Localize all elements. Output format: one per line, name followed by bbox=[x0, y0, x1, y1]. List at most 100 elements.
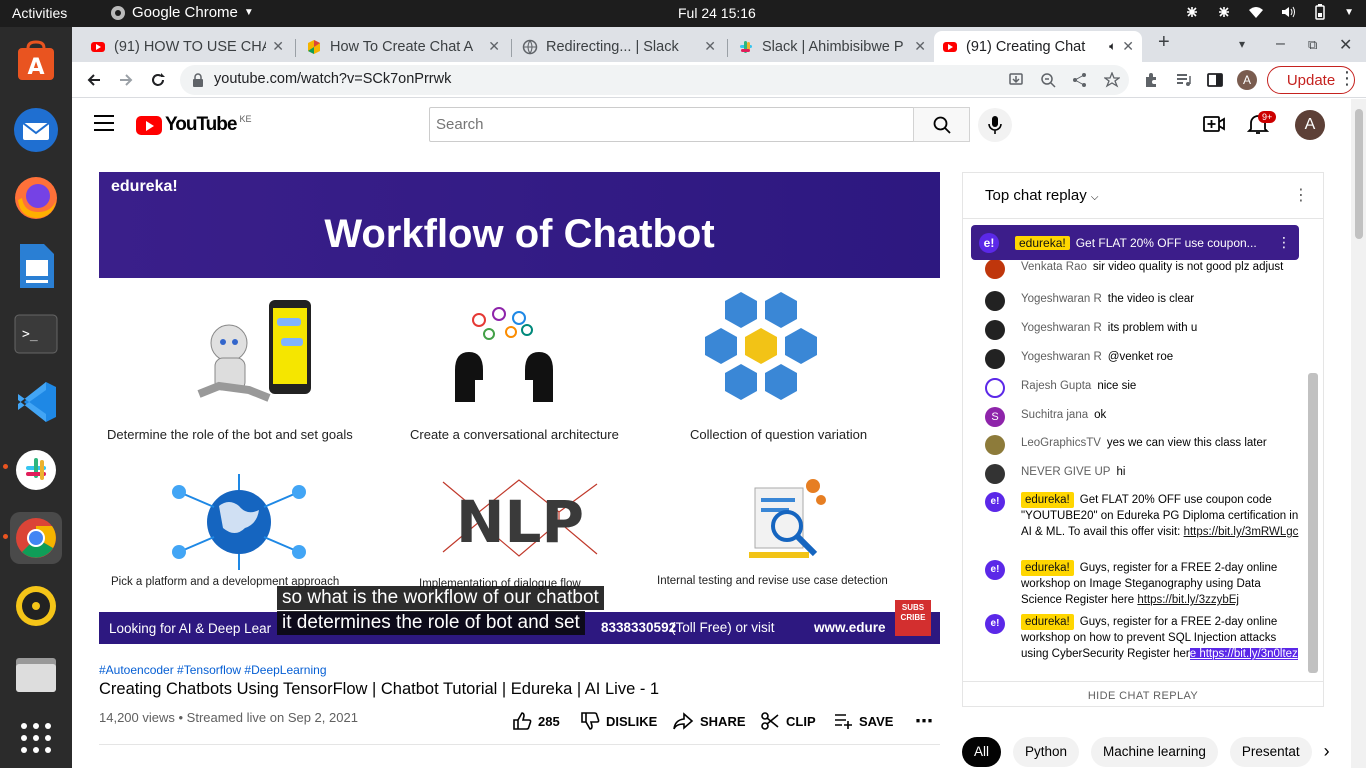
close-window-button[interactable]: ✕ bbox=[1339, 35, 1352, 55]
video-meta: 14,200 views • Streamed live on Sep 2, 2… bbox=[99, 710, 358, 725]
vscode-icon[interactable] bbox=[10, 376, 62, 428]
forward-button[interactable] bbox=[114, 68, 138, 92]
chevron-right-icon[interactable]: › bbox=[1324, 737, 1330, 767]
network-icon[interactable] bbox=[1216, 4, 1232, 20]
slack-icon bbox=[740, 40, 752, 53]
tab-3[interactable]: Redirecting... | Slack ✕ bbox=[514, 31, 724, 62]
tab-search-icon[interactable]: ▾ bbox=[1239, 37, 1245, 51]
chat-mode-dropdown[interactable]: Top chat replay ⌵ bbox=[985, 187, 1099, 204]
zoom-icon[interactable] bbox=[1040, 72, 1056, 88]
robot-phone-illustration bbox=[197, 300, 311, 402]
edureka-avatar: e! bbox=[985, 560, 1005, 580]
colorful-icon bbox=[308, 39, 320, 54]
show-apps-icon[interactable] bbox=[10, 712, 62, 764]
close-icon[interactable]: ✕ bbox=[272, 38, 284, 55]
battery-icon[interactable] bbox=[1312, 4, 1328, 20]
extensions-icon[interactable] bbox=[1143, 72, 1159, 88]
share-button[interactable]: SHARE bbox=[672, 711, 746, 731]
terminal-icon[interactable]: >_ bbox=[10, 308, 62, 360]
more-vert-icon[interactable]: ⋮ bbox=[1277, 234, 1291, 251]
page-scrollbar[interactable] bbox=[1351, 99, 1366, 768]
chat-author: Yogeshwaran R bbox=[1021, 322, 1102, 334]
media-control-icon[interactable] bbox=[1175, 72, 1191, 88]
chat-message: Yogeshwaran R the video is clear bbox=[985, 291, 1295, 311]
chevron-down-icon[interactable]: ▼ bbox=[1344, 7, 1354, 18]
star-icon[interactable] bbox=[1104, 72, 1120, 88]
chat-scrollbar[interactable] bbox=[1308, 373, 1318, 673]
chrome-icon[interactable] bbox=[10, 512, 62, 564]
tab-strip: (91) HOW TO USE CHA ✕ How To Create Chat… bbox=[72, 27, 1366, 62]
firefox-icon[interactable] bbox=[10, 172, 62, 224]
subscribe-watermark[interactable]: SUBS CRIBE bbox=[895, 600, 931, 636]
maximize-button[interactable]: ⧉ bbox=[1308, 37, 1317, 53]
chrome-menu-icon[interactable]: ⋮ bbox=[1338, 68, 1356, 89]
address-bar[interactable]: youtube.com/watch?v=SCk7onPrrwk bbox=[180, 65, 1129, 95]
install-icon[interactable] bbox=[1008, 72, 1024, 88]
tab-2[interactable]: How To Create Chat A ✕ bbox=[298, 31, 508, 62]
back-button[interactable] bbox=[82, 68, 106, 92]
chat-link[interactable]: https://bit.ly/3mRWLgc bbox=[1184, 526, 1299, 538]
search-button[interactable] bbox=[913, 107, 970, 142]
youtube-logo[interactable]: YouTube KE bbox=[136, 114, 251, 136]
activities-button[interactable]: Activities bbox=[12, 5, 67, 21]
nlp-illustration: NLP bbox=[442, 479, 598, 557]
search-input[interactable]: Search bbox=[429, 107, 914, 142]
dislike-button[interactable]: DISLIKE bbox=[580, 711, 657, 731]
chrome-small-icon bbox=[111, 5, 125, 20]
system-tray[interactable]: ▼ bbox=[1184, 4, 1354, 20]
network-share-icon[interactable] bbox=[1184, 4, 1200, 20]
profile-avatar[interactable]: A bbox=[1237, 70, 1257, 90]
volume-icon[interactable] bbox=[1280, 4, 1296, 20]
rhythmbox-icon[interactable] bbox=[10, 580, 62, 632]
save-button[interactable]: SAVE bbox=[833, 711, 893, 731]
app-menu[interactable]: Google Chrome ▼ bbox=[110, 4, 254, 21]
close-icon[interactable]: ✕ bbox=[488, 38, 500, 55]
new-tab-button[interactable]: + bbox=[1158, 31, 1170, 54]
youtube-icon bbox=[943, 41, 957, 52]
more-actions-icon[interactable]: ⋯ bbox=[915, 711, 933, 732]
close-icon[interactable]: ✕ bbox=[1122, 38, 1134, 55]
menu-icon[interactable] bbox=[94, 115, 114, 131]
thunderbird-icon[interactable] bbox=[10, 104, 62, 156]
account-avatar[interactable]: A bbox=[1295, 110, 1325, 140]
clip-button[interactable]: CLIP bbox=[760, 711, 816, 731]
chip-all[interactable]: All bbox=[962, 737, 1002, 767]
tab-5-active[interactable]: (91) Creating Chat 🔈︎ ✕ bbox=[934, 31, 1142, 62]
minimize-button[interactable]: – bbox=[1276, 35, 1285, 53]
chip-machine-learning[interactable]: Machine learning bbox=[1091, 737, 1218, 767]
tab-title: Redirecting... | Slack bbox=[546, 38, 679, 55]
audio-icon[interactable]: 🔈︎ bbox=[1109, 39, 1116, 54]
wifi-icon[interactable] bbox=[1248, 4, 1264, 20]
hide-chat-replay-button[interactable]: HIDE CHAT REPLAY bbox=[963, 681, 1323, 706]
clock[interactable]: Ful 24 15:16 bbox=[678, 5, 756, 21]
like-button[interactable]: 285 bbox=[512, 711, 560, 731]
slack-icon[interactable] bbox=[10, 444, 62, 496]
chip-presentation[interactable]: Presentat bbox=[1229, 737, 1312, 767]
more-vert-icon[interactable]: ⋮ bbox=[1293, 185, 1309, 205]
chat-link[interactable]: https://bit.ly/3zzybEj bbox=[1137, 594, 1239, 606]
author-badge: edureka! bbox=[1021, 560, 1074, 576]
tab-4[interactable]: Slack | Ahimbisibwe P ✕ bbox=[730, 31, 934, 62]
side-panel-icon[interactable] bbox=[1207, 72, 1223, 88]
hashtags[interactable]: #Autoencoder #Tensorflow #DeepLearning bbox=[99, 663, 327, 677]
save-label: SAVE bbox=[859, 713, 894, 729]
lock-icon[interactable] bbox=[192, 73, 204, 87]
tab-1[interactable]: (91) HOW TO USE CHA ✕ bbox=[82, 31, 292, 62]
reload-button[interactable] bbox=[146, 68, 170, 92]
youtube-play-icon bbox=[136, 115, 162, 135]
pinned-text: Get FLAT 20% OFF use coupon... bbox=[1075, 235, 1257, 250]
close-icon[interactable]: ✕ bbox=[914, 38, 926, 55]
create-video-icon[interactable] bbox=[1203, 113, 1225, 135]
close-icon[interactable]: ✕ bbox=[704, 38, 716, 55]
url-text: youtube.com/watch?v=SCk7onPrrwk bbox=[214, 71, 452, 87]
share-icon[interactable] bbox=[1072, 72, 1088, 88]
files-icon[interactable] bbox=[10, 648, 62, 700]
chip-python[interactable]: Python bbox=[1013, 737, 1080, 767]
video-player[interactable]: edureka! Workflow of Chatbot NLP Determi… bbox=[99, 172, 940, 644]
arrow-right-icon bbox=[120, 74, 133, 86]
text-editor-icon[interactable] bbox=[10, 240, 62, 292]
app-store-icon[interactable]: A bbox=[10, 36, 62, 88]
voice-search-button[interactable] bbox=[978, 108, 1012, 142]
chat-link-selected[interactable]: e https://bit.ly/3n0ltez bbox=[1189, 648, 1298, 660]
pinned-message[interactable]: e! edureka! Get FLAT 20% OFF use coupon.… bbox=[971, 225, 1299, 260]
